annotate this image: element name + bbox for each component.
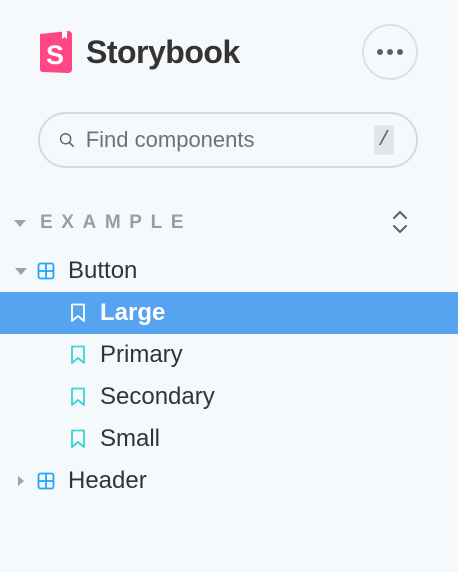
brand[interactable]: S Storybook bbox=[38, 30, 240, 74]
bookmark-icon bbox=[71, 387, 85, 406]
story-item-small[interactable]: Small bbox=[0, 418, 458, 460]
collapsed-caret-icon bbox=[18, 476, 24, 486]
section-header-example[interactable]: EXAMPLE bbox=[14, 208, 414, 238]
storybook-logo-icon: S bbox=[40, 31, 72, 73]
svg-text:S: S bbox=[46, 40, 64, 70]
tree-item-header[interactable]: Header bbox=[0, 460, 458, 502]
story-item-large[interactable]: Large bbox=[0, 292, 458, 334]
ellipsis-icon bbox=[377, 49, 403, 55]
menu-button[interactable] bbox=[362, 24, 418, 80]
bookmark-icon bbox=[71, 345, 85, 364]
search-shortcut-key: / bbox=[373, 125, 394, 155]
story-item-label: Secondary bbox=[100, 383, 215, 410]
expand-collapse-icon[interactable] bbox=[390, 209, 410, 235]
brand-name: Storybook bbox=[86, 34, 240, 70]
bookmark-icon bbox=[71, 429, 85, 448]
search-input[interactable] bbox=[85, 127, 374, 153]
search-icon bbox=[59, 132, 74, 148]
search-box[interactable]: / bbox=[38, 112, 418, 168]
sidebar: S Storybook / EXAMPLE Button bbox=[0, 0, 458, 572]
expanded-caret-icon bbox=[15, 267, 27, 275]
collapse-caret-icon bbox=[14, 219, 26, 227]
component-grid-icon bbox=[37, 262, 55, 280]
component-grid-icon bbox=[37, 472, 55, 490]
story-item-label: Primary bbox=[100, 341, 183, 368]
story-item-secondary[interactable]: Secondary bbox=[0, 376, 458, 418]
tree-item-button[interactable]: Button bbox=[0, 250, 458, 292]
story-item-label: Large bbox=[100, 299, 166, 326]
tree-item-label: Header bbox=[68, 467, 147, 494]
section-title: EXAMPLE bbox=[40, 212, 193, 233]
story-item-label: Small bbox=[100, 425, 161, 452]
bookmark-icon bbox=[71, 303, 85, 322]
tree-item-label: Button bbox=[68, 257, 138, 284]
story-item-primary[interactable]: Primary bbox=[0, 334, 458, 376]
